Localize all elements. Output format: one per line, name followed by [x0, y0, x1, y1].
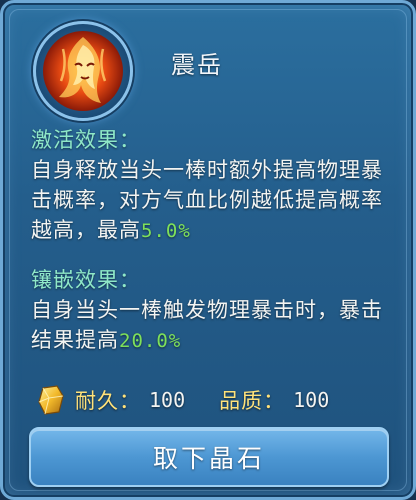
quality-label: 品质： — [219, 389, 286, 413]
stats-row: 耐久： 100 品质： 100 — [35, 383, 329, 417]
activation-heading: 激活效果： — [31, 128, 141, 152]
quality-value: 100 — [293, 388, 330, 412]
flame-spirit-icon — [43, 31, 123, 111]
activation-effect-section: 激活效果： 自身释放当头一棒时额外提高物理暴击概率，对方气血比例越低提高概率越高… — [31, 125, 393, 246]
durability-value: 100 — [149, 388, 186, 412]
durability-label: 耐久： — [75, 389, 141, 413]
inlay-text: 自身当头一棒触发物理暴击时，暴击结果提高 — [31, 298, 383, 352]
gem-tooltip-panel: 震岳 激活效果： 自身释放当头一棒时额外提高物理暴击概率，对方气血比例越低提高概… — [0, 0, 416, 500]
inlay-heading: 镶嵌效果： — [31, 268, 141, 292]
activation-description: 自身释放当头一棒时额外提高物理暴击概率，对方气血比例越低提高概率越高，最高5.0… — [31, 155, 393, 246]
item-name: 震岳 — [171, 51, 223, 79]
gem-icon-frame — [33, 21, 133, 121]
gold-crystal-icon — [38, 385, 64, 415]
activation-text: 自身释放当头一棒时额外提高物理暴击概率，对方气血比例越低提高概率越高，最高 — [31, 158, 383, 242]
remove-gem-button[interactable]: 取下晶石 — [29, 427, 389, 487]
inlay-description: 自身当头一棒触发物理暴击时，暴击结果提高20.0% — [31, 295, 393, 356]
inlay-effect-section: 镶嵌效果： 自身当头一棒触发物理暴击时，暴击结果提高20.0% — [31, 265, 393, 356]
inlay-bonus-value: 20.0% — [119, 330, 182, 352]
activation-max-value: 5.0% — [141, 220, 191, 242]
